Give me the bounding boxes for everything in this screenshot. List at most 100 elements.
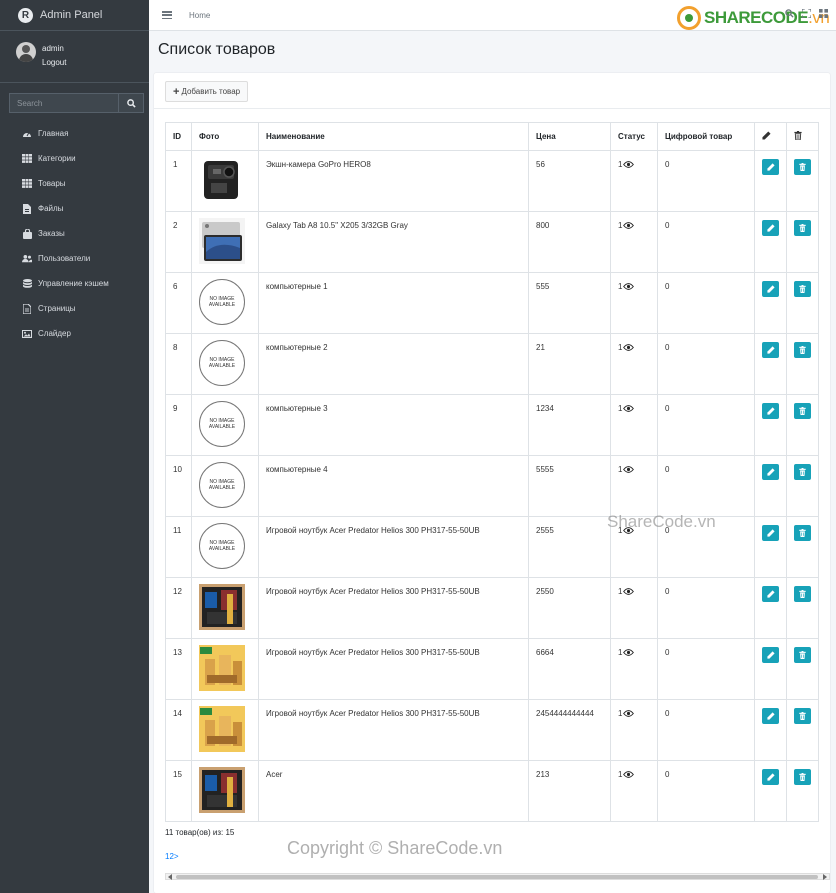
col-header-price[interactable]: Цена xyxy=(528,122,611,151)
cell-edit xyxy=(754,394,787,456)
eye-icon[interactable] xyxy=(623,344,635,351)
sidebar-item-orders[interactable]: Заказы xyxy=(0,221,149,246)
sidebar-item-pages[interactable]: Страницы xyxy=(0,296,149,321)
pagination[interactable]: 12> xyxy=(165,852,179,861)
sidebar-item-files[interactable]: Файлы xyxy=(0,196,149,221)
search-icon[interactable] xyxy=(785,9,794,18)
table-row: 12 Игровой ноутбук Acer Predator Helios 3… xyxy=(165,577,819,639)
eye-icon[interactable] xyxy=(623,710,635,717)
eye-icon[interactable] xyxy=(623,161,635,168)
delete-button[interactable] xyxy=(794,647,811,663)
delete-button[interactable] xyxy=(794,586,811,602)
cell-photo: NO IMAGE AVAILABLE xyxy=(191,455,259,517)
cell-photo xyxy=(191,150,259,212)
cell-price: 800 xyxy=(528,211,611,273)
users-icon xyxy=(22,254,32,264)
sidebar-item-categories[interactable]: Категории xyxy=(0,146,149,171)
delete-button[interactable] xyxy=(794,281,811,297)
cell-id: 15 xyxy=(165,760,192,822)
cell-digital: 0 xyxy=(657,760,755,822)
eye-icon[interactable] xyxy=(623,466,635,473)
table-body: 1 Экшн-камера GoPro HERO8 56 1 0 2 Galaxy Tab … xyxy=(165,150,819,822)
horizontal-scrollbar[interactable] xyxy=(165,873,830,880)
trash-icon xyxy=(799,712,806,720)
pencil-icon xyxy=(766,712,775,720)
edit-button[interactable] xyxy=(762,342,779,358)
trash-icon xyxy=(799,590,806,598)
database-icon xyxy=(22,278,32,289)
breadcrumb-home[interactable]: Home xyxy=(189,11,210,20)
col-header-photo[interactable]: Фото xyxy=(191,122,259,151)
eye-icon[interactable] xyxy=(623,649,635,656)
sidebar-item-users[interactable]: Пользователи xyxy=(0,246,149,271)
col-header-digital[interactable]: Цифровой товар xyxy=(657,122,755,151)
sidebar-item-label: Файлы xyxy=(38,204,64,213)
eye-icon[interactable] xyxy=(623,405,635,412)
fullscreen-icon[interactable] xyxy=(802,9,811,18)
eye-icon[interactable] xyxy=(623,588,635,595)
eye-icon[interactable] xyxy=(623,222,635,229)
edit-button[interactable] xyxy=(762,403,779,419)
cell-digital: 0 xyxy=(657,638,755,700)
cell-status: 1 xyxy=(610,394,658,456)
eye-icon[interactable] xyxy=(623,283,635,290)
watermark-copyright: Copyright © ShareCode.vn xyxy=(287,838,503,858)
table-row: 9 NO IMAGE AVAILABLE компьютерные 3 1234 1 0 xyxy=(165,394,819,456)
cell-id: 10 xyxy=(165,455,192,517)
pencil-icon xyxy=(766,224,775,232)
cell-photo xyxy=(191,638,259,700)
delete-button[interactable] xyxy=(794,525,811,541)
delete-button[interactable] xyxy=(794,708,811,724)
logout-link[interactable]: Logout xyxy=(42,56,66,70)
search-input[interactable] xyxy=(9,93,118,113)
brand-text: Admin Panel xyxy=(40,9,103,21)
edit-button[interactable] xyxy=(762,708,779,724)
cell-delete xyxy=(786,516,819,578)
add-product-button[interactable]: + Добавить товар xyxy=(165,81,249,102)
sidebar-item-dashboard[interactable]: Главная xyxy=(0,121,149,146)
edit-button[interactable] xyxy=(762,647,779,663)
watermark-logo-icon xyxy=(677,6,701,30)
cell-edit xyxy=(754,638,787,700)
edit-button[interactable] xyxy=(762,586,779,602)
delete-button[interactable] xyxy=(794,769,811,785)
edit-button[interactable] xyxy=(762,220,779,236)
edit-button[interactable] xyxy=(762,281,779,297)
table-row: 6 NO IMAGE AVAILABLE компьютерные 1 555 1 0 xyxy=(165,272,819,334)
col-header-name[interactable]: Наименование xyxy=(258,122,529,151)
search-button[interactable] xyxy=(118,93,144,113)
cell-name: Galaxy Tab A8 10.5" X205 3/32GB Gray xyxy=(258,211,529,273)
delete-button[interactable] xyxy=(794,403,811,419)
col-header-status[interactable]: Статус xyxy=(610,122,658,151)
cell-edit xyxy=(754,211,787,273)
edit-button[interactable] xyxy=(762,769,779,785)
sidebar-item-label: Товары xyxy=(38,179,66,188)
menu-toggle-icon[interactable] xyxy=(162,11,172,19)
delete-button[interactable] xyxy=(794,464,811,480)
apps-grid-icon[interactable] xyxy=(819,9,828,18)
sidebar-item-cache[interactable]: Управление кэшем xyxy=(0,271,149,296)
cell-edit xyxy=(754,150,787,212)
cell-name: компьютерные 2 xyxy=(258,333,529,395)
cell-price: 2454444444444 xyxy=(528,699,611,761)
delete-button[interactable] xyxy=(794,342,811,358)
delete-button[interactable] xyxy=(794,220,811,236)
cell-name: Игровой ноутбук Acer Predator Helios 300… xyxy=(258,516,529,578)
edit-button[interactable] xyxy=(762,525,779,541)
edit-button[interactable] xyxy=(762,464,779,480)
scroll-right-arrow-icon[interactable] xyxy=(823,874,827,880)
delete-button[interactable] xyxy=(794,159,811,175)
status-value: 1 xyxy=(618,648,623,657)
user-name[interactable]: admin xyxy=(42,44,64,53)
cell-status: 1 xyxy=(610,150,658,212)
eye-icon[interactable] xyxy=(623,771,635,778)
scrollbar-thumb[interactable] xyxy=(176,875,818,879)
brand[interactable]: R Admin Panel xyxy=(0,0,149,31)
cell-delete xyxy=(786,394,819,456)
sidebar-item-products[interactable]: Товары xyxy=(0,171,149,196)
edit-button[interactable] xyxy=(762,159,779,175)
pencil-icon xyxy=(766,285,775,293)
sidebar-item-slider[interactable]: Слайдер xyxy=(0,321,149,346)
scroll-left-arrow-icon[interactable] xyxy=(168,874,172,880)
col-header-id[interactable]: ID xyxy=(165,122,192,151)
